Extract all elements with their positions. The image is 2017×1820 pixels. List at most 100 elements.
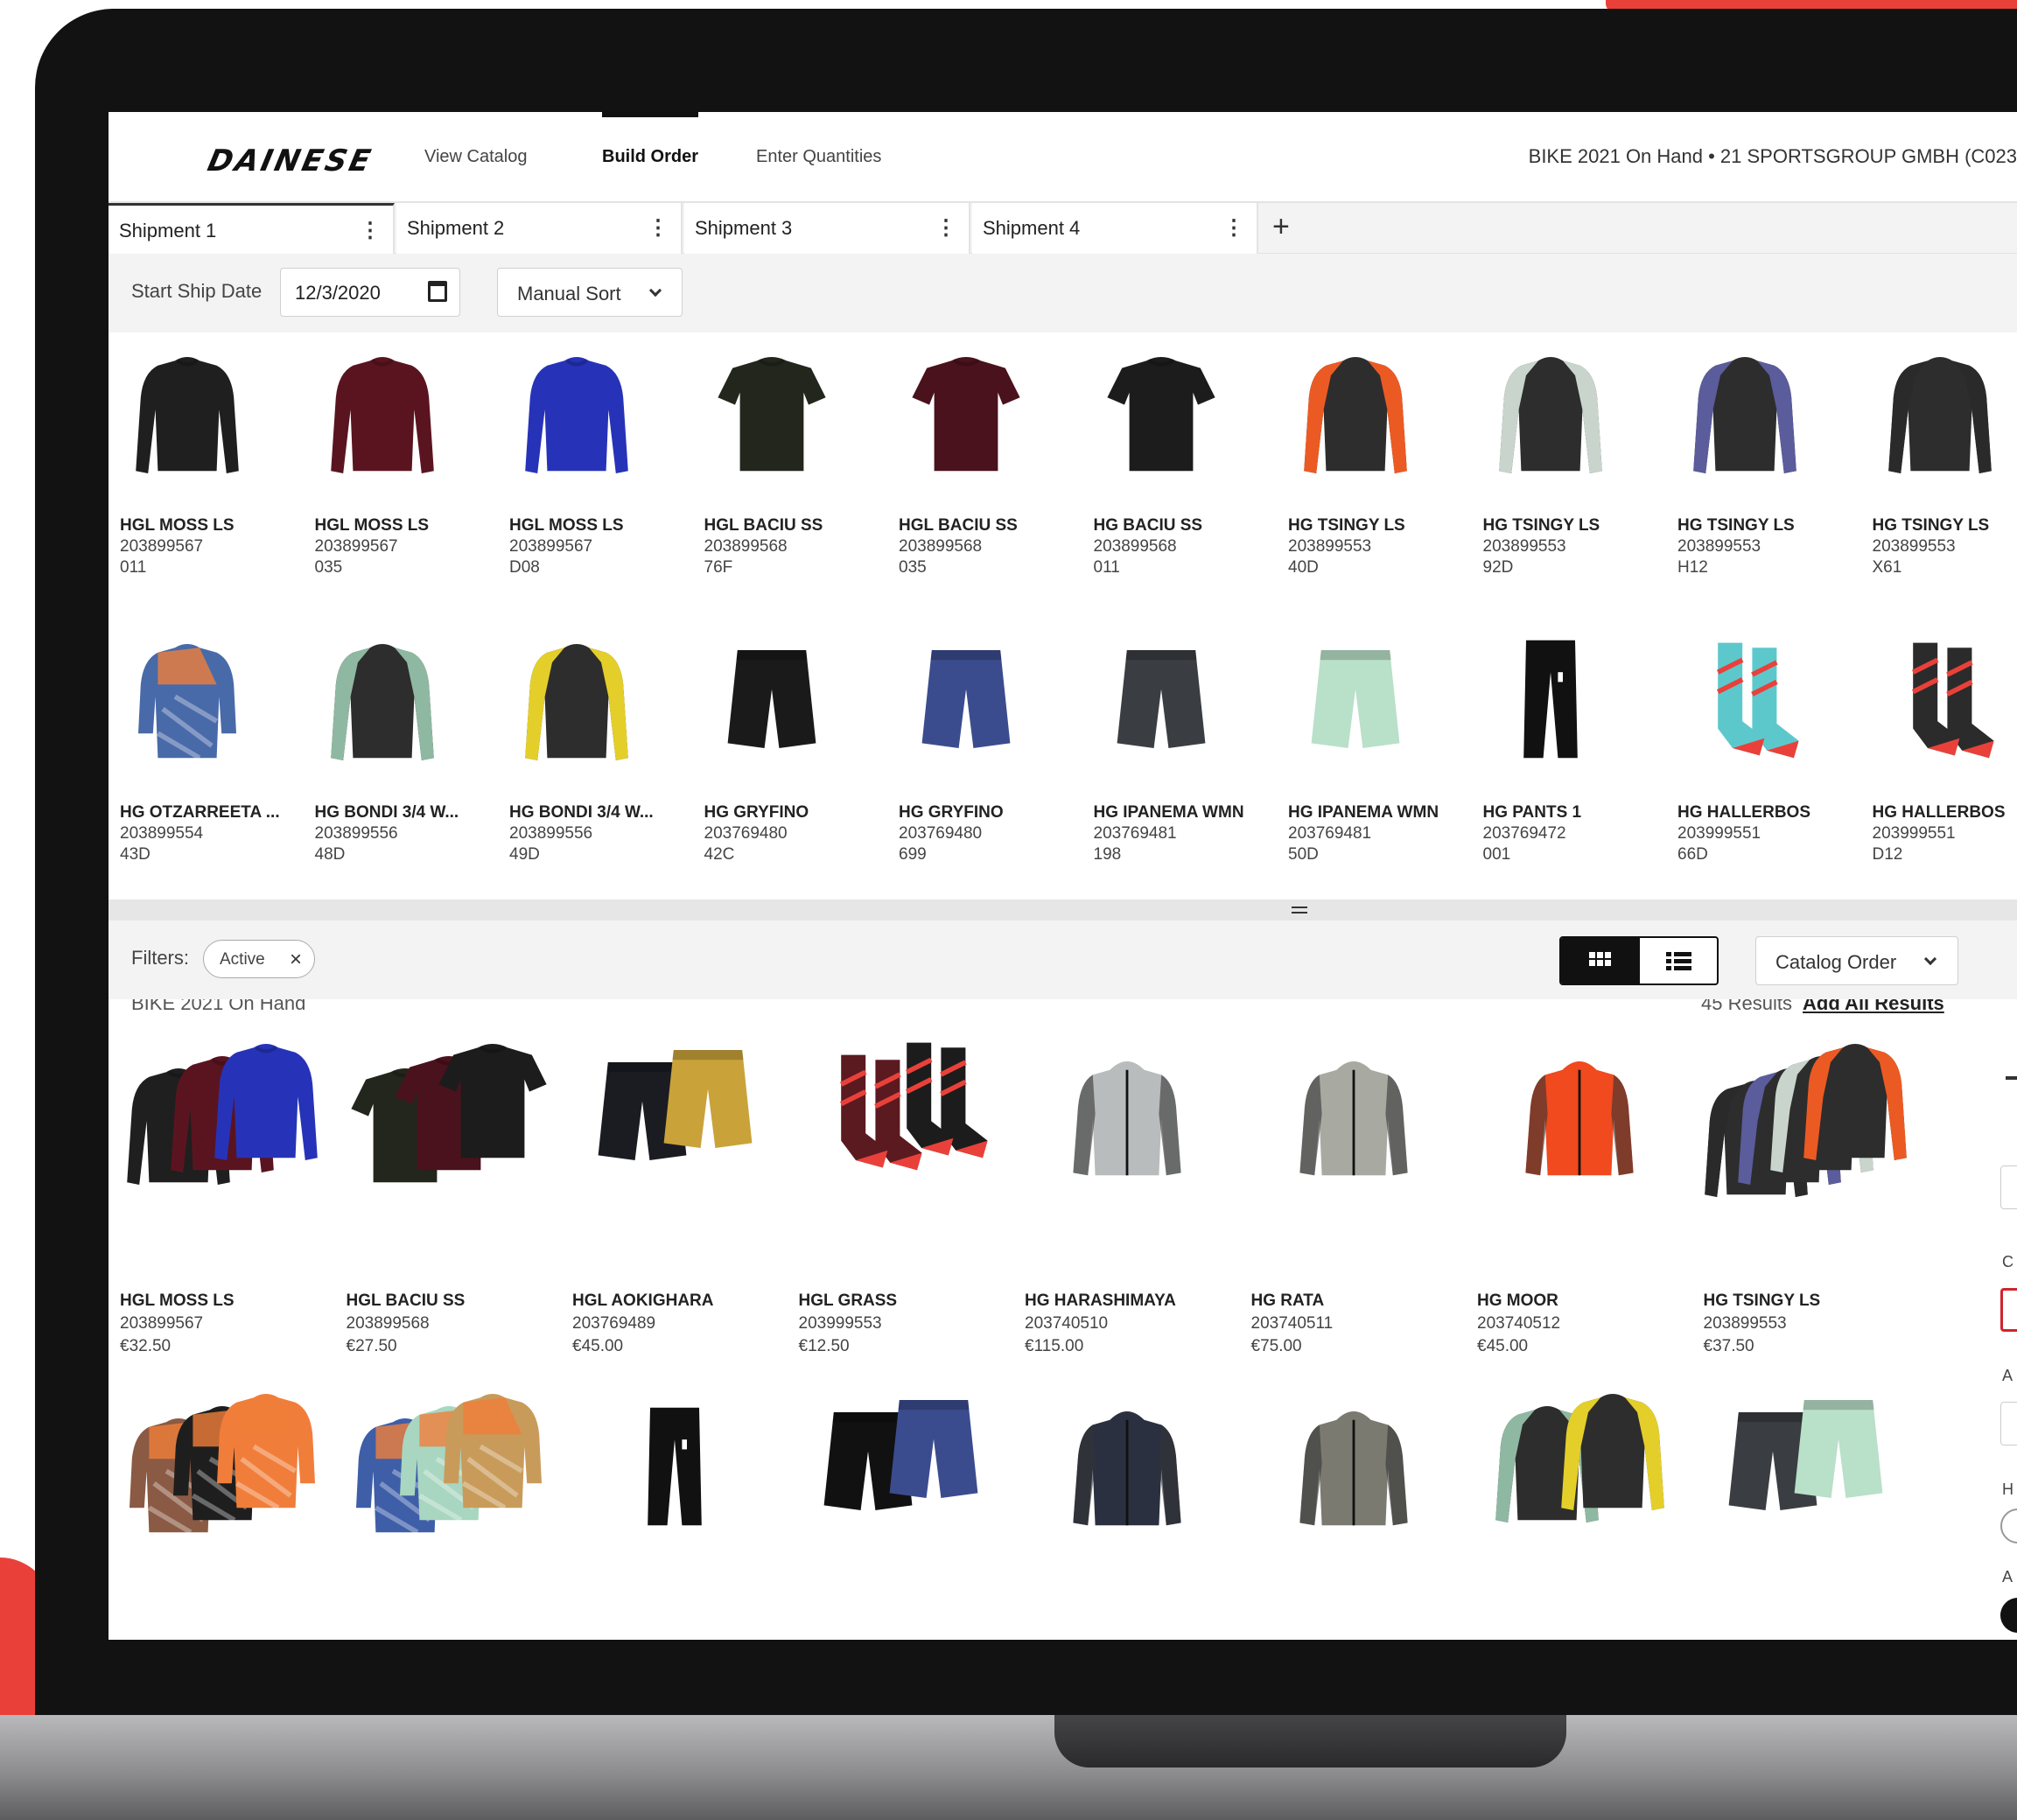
- tab-shipment-4[interactable]: Shipment 4 ⋮: [972, 203, 1258, 254]
- shipment-sort-select[interactable]: Manual Sort: [497, 268, 683, 317]
- order-item-card[interactable]: HGL BACIU SS 203899568 76F: [693, 332, 887, 612]
- product-variant: 76F: [704, 558, 733, 577]
- order-item-card[interactable]: HG BACIU SS 203899568 011: [1082, 332, 1277, 612]
- order-item-card[interactable]: HGL MOSS LS 203899567 D08: [498, 332, 692, 612]
- calendar-icon[interactable]: [428, 281, 447, 302]
- nav-enter-quantities[interactable]: Enter Quantities: [756, 147, 881, 167]
- catalog-item-card[interactable]: HGL AOKIGHARA 203769489 €45.00: [561, 999, 787, 1355]
- filters-label: Filters:: [131, 947, 189, 969]
- view-toggle[interactable]: [1559, 936, 1719, 985]
- side-panel-toggle[interactable]: [2000, 1598, 2017, 1633]
- product-image: [1022, 1376, 1223, 1559]
- product-name: HG TSINGY LS: [1288, 516, 1405, 535]
- more-vertical-icon[interactable]: ⋮: [648, 215, 669, 241]
- catalog-item-card[interactable]: HGL MOSS LS 203899567 €32.50: [109, 999, 334, 1355]
- product-image: [1474, 1026, 1676, 1209]
- brand-logo[interactable]: DAINESE: [205, 144, 376, 178]
- add-shipment-plus-icon[interactable]: +: [1272, 210, 1290, 244]
- more-vertical-icon[interactable]: ⋮: [360, 218, 381, 243]
- product-image: [321, 635, 444, 766]
- drag-handle-icon[interactable]: [1292, 906, 1307, 914]
- start-ship-date-field[interactable]: 12/3/2020: [280, 268, 460, 317]
- laptop-notch: [1054, 1715, 1566, 1768]
- close-icon[interactable]: ×: [290, 948, 302, 972]
- product-name: HG GRYFINO: [704, 803, 809, 822]
- catalog-item-card[interactable]: HG HARASHIMAYA 203740510 €115.00: [1013, 999, 1239, 1355]
- order-item-card[interactable]: HGL MOSS LS 203899567 035: [304, 332, 498, 612]
- nav-view-catalog[interactable]: View Catalog: [424, 147, 527, 167]
- side-panel-input[interactable]: [2000, 1166, 2017, 1209]
- order-item-card[interactable]: HG TSINGY LS 203899553 92D: [1472, 332, 1666, 612]
- product-image: [711, 635, 833, 766]
- product-variant: 011: [1093, 558, 1120, 577]
- tab-shipment-3[interactable]: Shipment 3 ⋮: [684, 203, 970, 254]
- order-item-card[interactable]: HG HALLERBOS 203999551 66D: [1666, 620, 1860, 900]
- product-name: HGL BACIU SS: [704, 516, 823, 535]
- order-item-card[interactable]: HG TSINGY LS 203899553 X61: [1861, 332, 2017, 612]
- order-item-card[interactable]: HG PANTS 1 203769472 001: [1472, 620, 1666, 900]
- laptop-base: [0, 1715, 2017, 1820]
- product-name: HGL MOSS LS: [509, 516, 624, 535]
- more-vertical-icon[interactable]: ⋮: [935, 215, 956, 241]
- catalog-sort-select[interactable]: Catalog Order: [1755, 936, 1958, 985]
- catalog-item-card[interactable]: [1013, 1349, 1239, 1640]
- catalog-item-card[interactable]: HG MOOR 203740512 €45.00: [1466, 999, 1691, 1355]
- order-item-card[interactable]: HG TSINGY LS 203899553 40D: [1277, 332, 1471, 612]
- more-vertical-icon[interactable]: ⋮: [1223, 215, 1244, 241]
- product-code: 203899553: [1872, 537, 1956, 556]
- product-variant: D08: [509, 558, 540, 577]
- order-item-card[interactable]: HG GRYFINO 203769480 42C: [693, 620, 887, 900]
- catalog-item-card[interactable]: [335, 1349, 561, 1640]
- product-image: [1294, 348, 1417, 480]
- order-item-card[interactable]: HG OTZARREETA ... 203899554 43D: [109, 620, 303, 900]
- catalog-item-card[interactable]: HG RATA 203740511 €75.00: [1240, 999, 1466, 1355]
- product-image: [796, 1026, 998, 1209]
- order-item-card[interactable]: HG IPANEMA WMN 203769481 198: [1082, 620, 1277, 900]
- catalog-item-card[interactable]: [109, 1349, 334, 1640]
- order-item-card[interactable]: HG IPANEMA WMN 203769481 50D: [1277, 620, 1471, 900]
- product-variant: 035: [899, 558, 927, 577]
- product-variant: 198: [1093, 845, 1122, 864]
- minus-icon[interactable]: [2006, 1076, 2017, 1080]
- product-name: HG HALLERBOS: [1872, 803, 2006, 822]
- order-item-card[interactable]: HG BONDI 3/4 W... 203899556 48D: [304, 620, 498, 900]
- product-code: 203769472: [1482, 824, 1566, 843]
- order-item-card[interactable]: HG HALLERBOS 203999551 D12: [1861, 620, 2017, 900]
- product-code: 203769480: [704, 824, 788, 843]
- order-item-card[interactable]: HG GRYFINO 203769480 699: [887, 620, 1082, 900]
- tab-label: Shipment 3: [695, 217, 793, 239]
- nav-build-order[interactable]: Build Order: [602, 112, 699, 167]
- product-name: HG PANTS 1: [1482, 803, 1582, 822]
- product-image: [1879, 348, 2001, 480]
- catalog-item-card[interactable]: HGL GRASS 203999553 €12.50: [788, 999, 1013, 1355]
- order-item-card[interactable]: HGL BACIU SS 203899568 035: [887, 332, 1082, 612]
- order-item-card[interactable]: HG TSINGY LS 203899553 H12: [1666, 332, 1860, 612]
- side-panel-input[interactable]: [2000, 1402, 2017, 1446]
- product-image: [1489, 348, 1612, 480]
- order-item-card[interactable]: HG BONDI 3/4 W... 203899556 49D: [498, 620, 692, 900]
- side-panel-swatch[interactable]: [2000, 1288, 2017, 1332]
- product-code: 203999551: [1677, 824, 1761, 843]
- catalog-item-card[interactable]: [1240, 1349, 1466, 1640]
- tab-shipment-1[interactable]: Shipment 1 ⋮: [109, 203, 395, 254]
- catalog-item-card[interactable]: HG TSINGY LS 203899553 €37.50: [1692, 999, 1918, 1355]
- side-panel-radio[interactable]: [2000, 1508, 2017, 1544]
- order-context: BIKE 2021 On Hand • 21 SPORTSGROUP GMBH …: [1528, 145, 2017, 167]
- order-item-card[interactable]: HGL MOSS LS 203899567 011: [109, 332, 303, 612]
- side-panel-label: A: [2002, 1367, 2013, 1384]
- catalog-item-card[interactable]: [1466, 1349, 1691, 1640]
- panel-resize-handle[interactable]: [109, 900, 2017, 920]
- product-variant: 699: [899, 845, 927, 864]
- product-variant: H12: [1677, 558, 1708, 577]
- product-name: HG TSINGY LS: [1872, 516, 1990, 535]
- catalog-item-card[interactable]: HGL BACIU SS 203899568 €27.50: [335, 999, 561, 1355]
- tab-shipment-2[interactable]: Shipment 2 ⋮: [396, 203, 683, 254]
- catalog-item-card[interactable]: [561, 1349, 787, 1640]
- filter-chip-active[interactable]: Active ×: [203, 940, 315, 978]
- list-view-button[interactable]: [1640, 938, 1717, 984]
- catalog-item-card[interactable]: [788, 1349, 1013, 1640]
- grid-view-button[interactable]: [1561, 938, 1640, 984]
- product-name: HG TSINGY LS: [1703, 1292, 1821, 1310]
- product-code: 203769481: [1288, 824, 1372, 843]
- catalog-item-card[interactable]: [1692, 1349, 1918, 1640]
